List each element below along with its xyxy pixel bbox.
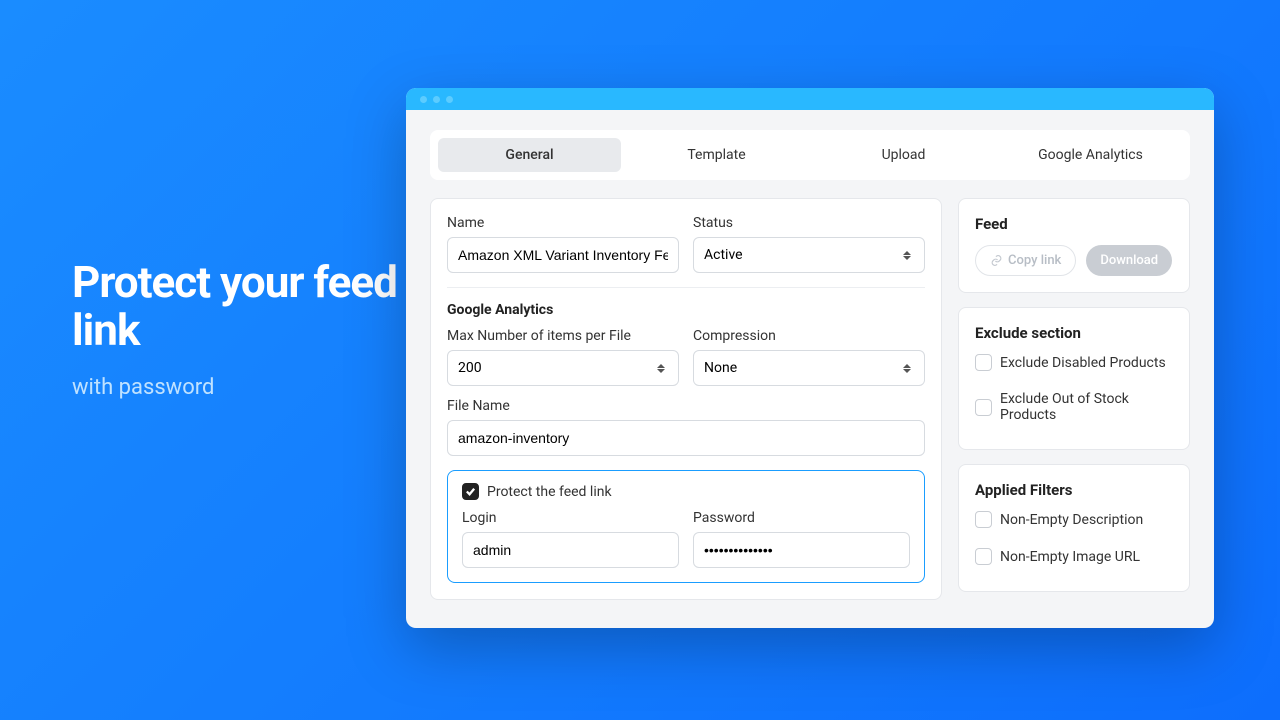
status-label: Status (693, 215, 925, 231)
filters-title: Applied Filters (975, 481, 1173, 499)
password-label: Password (693, 510, 910, 526)
window-titlebar (406, 88, 1214, 110)
hero-title: Protect your feed link (72, 258, 412, 355)
name-input-field[interactable] (458, 247, 668, 263)
download-button[interactable]: Download (1086, 245, 1172, 276)
link-icon (990, 254, 1003, 267)
exclude-panel: Exclude section Exclude Disabled Product… (958, 307, 1190, 450)
max-items-label: Max Number of items per File (447, 328, 679, 344)
copy-link-button[interactable]: Copy link (975, 245, 1076, 276)
status-value: Active (704, 247, 743, 263)
copy-link-label: Copy link (1008, 253, 1061, 268)
file-name-input[interactable] (447, 420, 925, 456)
app-window: General Template Upload Google Analytics… (406, 88, 1214, 628)
login-label: Login (462, 510, 679, 526)
window-dot (446, 96, 453, 103)
exclude-oos-checkbox[interactable] (975, 399, 992, 416)
password-input[interactable] (693, 532, 910, 568)
protect-link-group: Protect the feed link Login Password (447, 470, 925, 583)
file-name-input-field[interactable] (458, 430, 914, 446)
filter-desc-label: Non-Empty Description (1000, 512, 1143, 528)
main-form-panel: Name Status Active (430, 198, 942, 600)
protect-checkbox[interactable] (462, 483, 479, 500)
filter-img-label: Non-Empty Image URL (1000, 549, 1140, 565)
exclude-title: Exclude section (975, 324, 1173, 342)
filter-img-checkbox[interactable] (975, 548, 992, 565)
password-input-field[interactable] (704, 542, 899, 558)
compression-value: None (704, 360, 737, 376)
compression-select[interactable]: None (693, 350, 925, 386)
tab-upload[interactable]: Upload (812, 138, 995, 172)
max-items-select[interactable]: 200 (447, 350, 679, 386)
chevron-updown-icon (900, 248, 914, 262)
login-input-field[interactable] (473, 542, 668, 558)
hero-subtitle: with password (72, 375, 412, 400)
exclude-disabled-checkbox[interactable] (975, 354, 992, 371)
window-dot (420, 96, 427, 103)
ga-section-heading: Google Analytics (447, 302, 925, 318)
max-items-value: 200 (458, 360, 482, 376)
feed-panel: Feed Copy link Download (958, 198, 1190, 293)
tab-bar: General Template Upload Google Analytics (430, 130, 1190, 180)
exclude-disabled-label: Exclude Disabled Products (1000, 355, 1166, 371)
tab-general[interactable]: General (438, 138, 621, 172)
feed-title: Feed (975, 215, 1173, 233)
exclude-oos-label: Exclude Out of Stock Products (1000, 391, 1173, 423)
filter-desc-checkbox[interactable] (975, 511, 992, 528)
tab-template[interactable]: Template (625, 138, 808, 172)
name-label: Name (447, 215, 679, 231)
tab-google-analytics[interactable]: Google Analytics (999, 138, 1182, 172)
filters-panel: Applied Filters Non-Empty Description No… (958, 464, 1190, 592)
hero-copy: Protect your feed link with password (72, 258, 412, 400)
chevron-updown-icon (900, 361, 914, 375)
download-label: Download (1100, 253, 1158, 268)
login-input[interactable] (462, 532, 679, 568)
chevron-updown-icon (654, 361, 668, 375)
file-name-label: File Name (447, 398, 925, 414)
compression-label: Compression (693, 328, 925, 344)
status-select[interactable]: Active (693, 237, 925, 273)
protect-checkbox-label: Protect the feed link (487, 484, 612, 500)
name-input[interactable] (447, 237, 679, 273)
window-dot (433, 96, 440, 103)
divider (447, 287, 925, 288)
